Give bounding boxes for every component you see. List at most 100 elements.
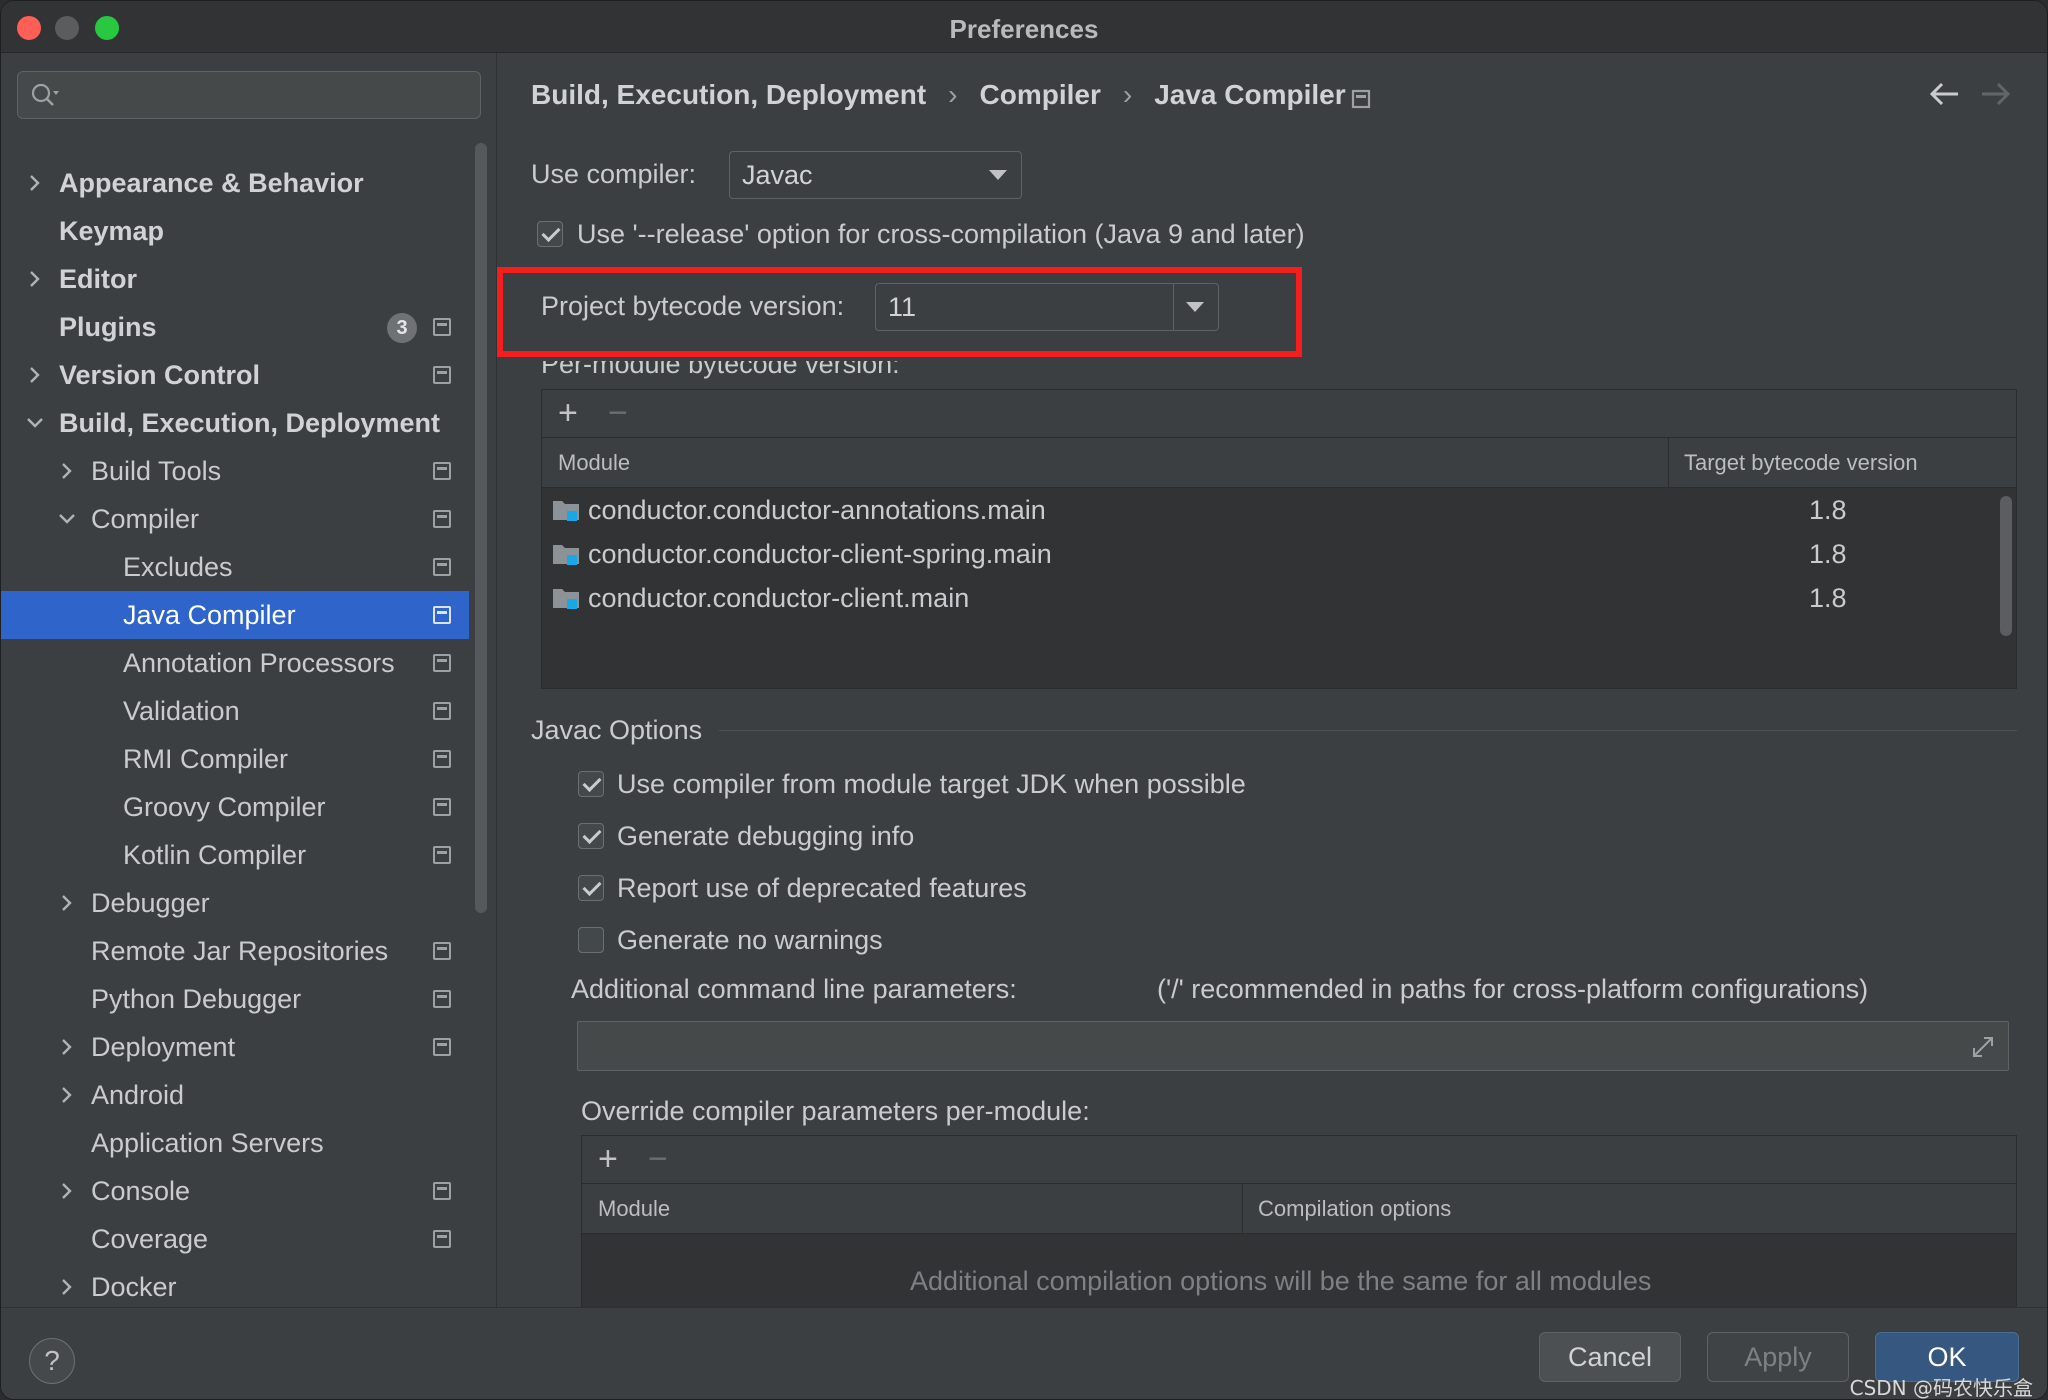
report-use-of-deprecated-features-checkbox[interactable]	[578, 875, 604, 901]
sidebar-item-plugins[interactable]: Plugins 3	[1, 303, 469, 351]
sidebar-item-label: Compiler	[91, 504, 200, 534]
module-name: conductor.conductor-common.main	[588, 620, 1010, 622]
chevron-right-icon[interactable]	[57, 461, 77, 481]
override-params-table: + − Module Compilation options Additiona…	[581, 1135, 2017, 1307]
help-icon[interactable]: ?	[29, 1338, 75, 1384]
column-header-compilation-options[interactable]: Compilation options	[1258, 1184, 1451, 1234]
table-row[interactable]: conductor.conductor-client-spring.main 1.…	[542, 532, 1982, 576]
sidebar-item-editor[interactable]: Editor	[1, 255, 469, 303]
project-scope-icon	[433, 1230, 451, 1248]
back-arrow-icon[interactable]	[1928, 79, 1962, 109]
apply-button[interactable]: Apply	[1707, 1332, 1849, 1382]
sidebar-item-groovy-compiler[interactable]: Groovy Compiler	[1, 783, 469, 831]
chevron-right-icon[interactable]	[25, 365, 45, 385]
sidebar-item-compiler[interactable]: Compiler	[1, 495, 469, 543]
column-header-target-version[interactable]: Target bytecode version	[1684, 438, 1918, 488]
sidebar-item-label: Deployment	[91, 1032, 236, 1062]
generate-no-warnings-checkbox[interactable]	[578, 927, 604, 953]
sidebar-item-build-execution-deployment[interactable]: Build, Execution, Deployment	[1, 399, 469, 447]
params-label: Additional command line parameters:	[571, 974, 1017, 1004]
project-scope-icon	[433, 846, 451, 864]
chevron-right-icon[interactable]	[25, 269, 45, 289]
sidebar-item-excludes[interactable]: Excludes	[1, 543, 469, 591]
chevron-down-icon[interactable]	[25, 413, 45, 433]
chevron-right-icon[interactable]	[57, 1181, 77, 1201]
chevron-right-icon[interactable]	[57, 893, 77, 913]
project-scope-icon	[433, 654, 451, 672]
chevron-right-icon[interactable]	[57, 1277, 77, 1297]
project-scope-icon	[433, 462, 451, 480]
table-header: Module Target bytecode version	[542, 438, 2016, 488]
dialog-footer: ? Cancel Apply OK CSDN @码农快乐盒	[1, 1307, 2047, 1399]
breadcrumb-item: Compiler	[979, 79, 1101, 110]
column-separator	[1668, 438, 1669, 488]
cancel-button[interactable]: Cancel	[1539, 1332, 1681, 1382]
sidebar-item-annotation-processors[interactable]: Annotation Processors	[1, 639, 469, 687]
column-header-module[interactable]: Module	[598, 1184, 670, 1234]
sidebar-item-label: Build Tools	[91, 456, 222, 486]
sidebar-item-coverage[interactable]: Coverage	[1, 1215, 469, 1263]
forward-arrow-icon[interactable]	[1978, 79, 2012, 109]
sidebar-item-keymap[interactable]: Keymap	[1, 207, 469, 255]
sidebar-item-remote-jar-repositories[interactable]: Remote Jar Repositories	[1, 927, 469, 975]
dropdown-arrow-icon	[989, 170, 1007, 180]
chevron-right-icon[interactable]	[57, 1085, 77, 1105]
chevron-right-icon[interactable]	[57, 1037, 77, 1057]
sidebar-item-label: Excludes	[123, 552, 233, 582]
sidebar-item-label: Application Servers	[91, 1128, 324, 1158]
module-name: conductor.conductor-client.main	[588, 583, 970, 613]
search-icon	[31, 83, 59, 106]
table-toolbar: + −	[582, 1136, 2016, 1184]
command-line-params-input[interactable]	[577, 1021, 2009, 1071]
sidebar-item-java-compiler[interactable]: Java Compiler	[1, 591, 469, 639]
module-folder-icon	[553, 545, 579, 565]
sidebar-item-debugger[interactable]: Debugger	[1, 879, 469, 927]
use-compiler-dropdown[interactable]: Javac	[729, 151, 1022, 199]
sidebar-item-kotlin-compiler[interactable]: Kotlin Compiler	[1, 831, 469, 879]
sidebar-item-label: Build, Execution, Deployment	[59, 408, 441, 438]
target-bytecode-version: 1.8	[1809, 583, 1847, 613]
plus-icon[interactable]: +	[598, 1142, 618, 1176]
table-row[interactable]: conductor.conductor-common.main 1.8	[542, 620, 1982, 622]
override-label: Override compiler parameters per-module:	[581, 1096, 1090, 1126]
sidebar-item-label: RMI Compiler	[123, 744, 289, 774]
sidebar-item-appearance-behavior[interactable]: Appearance & Behavior	[1, 159, 469, 207]
target-bytecode-version: 1.8	[1809, 495, 1847, 525]
table-body: conductor.conductor-annotations.main 1.8 c…	[542, 488, 1982, 622]
preferences-window: Preferences Appearance & Behavior Keymap E…	[0, 0, 2048, 1400]
sidebar-item-validation[interactable]: Validation	[1, 687, 469, 735]
table-row[interactable]: conductor.conductor-client.main 1.8	[542, 576, 1982, 620]
module-name: conductor.conductor-client-spring.main	[588, 539, 1052, 569]
table-header: Module Compilation options	[582, 1184, 2016, 1234]
command-line-params-field[interactable]	[578, 1022, 2008, 1070]
bytecode-version-dropdown[interactable]: 11	[875, 283, 1219, 331]
sidebar-item-version-control[interactable]: Version Control	[1, 351, 469, 399]
sidebar-item-deployment[interactable]: Deployment	[1, 1023, 469, 1071]
generate-debugging-info-checkbox[interactable]	[578, 823, 604, 849]
sidebar-item-application-servers[interactable]: Application Servers	[1, 1119, 469, 1167]
settings-sidebar: Appearance & Behavior Keymap Editor Plugins…	[1, 53, 497, 1350]
sidebar-item-console[interactable]: Console	[1, 1167, 469, 1215]
plus-icon[interactable]: +	[558, 396, 578, 430]
chevron-down-icon[interactable]	[57, 509, 77, 529]
project-scope-icon	[433, 366, 451, 384]
release-option-checkbox[interactable]	[537, 221, 563, 247]
sidebar-item-docker[interactable]: Docker	[1, 1263, 469, 1311]
target-bytecode-version: 1.8	[1809, 620, 1847, 622]
sidebar-item-android[interactable]: Android	[1, 1071, 469, 1119]
column-separator	[1242, 1184, 1243, 1234]
sidebar-item-label: Groovy Compiler	[123, 792, 326, 822]
use-compiler-from-module-target-jdk-when-possible-checkbox[interactable]	[578, 771, 604, 797]
table-row[interactable]: conductor.conductor-annotations.main 1.8	[542, 488, 1982, 532]
sidebar-item-build-tools[interactable]: Build Tools	[1, 447, 469, 495]
column-header-module[interactable]: Module	[558, 438, 630, 488]
chevron-right-icon[interactable]	[25, 173, 45, 193]
sidebar-scrollbar[interactable]	[475, 143, 487, 913]
search-field[interactable]	[17, 71, 481, 119]
sidebar-item-label: Docker	[91, 1272, 177, 1302]
table-scrollbar[interactable]	[2000, 496, 2012, 636]
sidebar-item-label: Debugger	[91, 888, 210, 918]
sidebar-item-rmi-compiler[interactable]: RMI Compiler	[1, 735, 469, 783]
sidebar-item-python-debugger[interactable]: Python Debugger	[1, 975, 469, 1023]
expand-icon[interactable]	[1970, 1034, 1996, 1060]
